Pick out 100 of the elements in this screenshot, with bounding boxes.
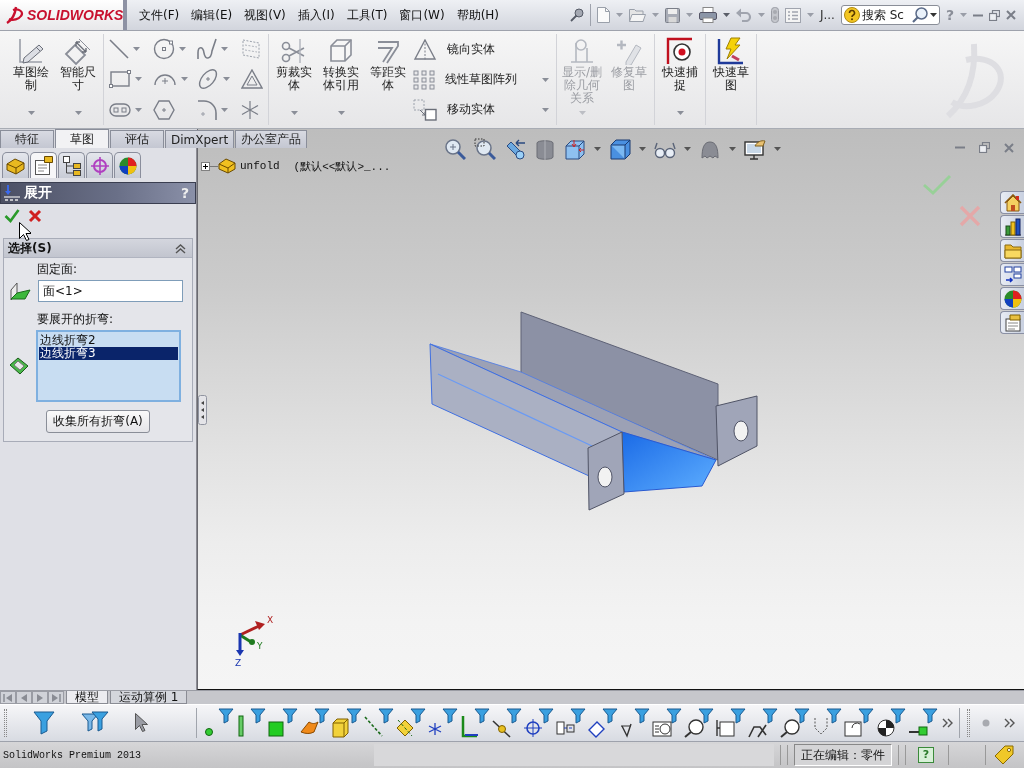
funnel-line-square-icon[interactable] bbox=[908, 708, 938, 738]
help-button[interactable]: ? bbox=[918, 747, 934, 763]
fillet-icon[interactable] bbox=[197, 98, 217, 121]
circle-icon[interactable] bbox=[153, 38, 175, 61]
funnel-knob-icon[interactable] bbox=[492, 708, 522, 738]
new-document-icon[interactable] bbox=[596, 7, 610, 23]
manager-tab[interactable] bbox=[114, 152, 141, 178]
undo-arrow-icon[interactable] bbox=[735, 8, 752, 22]
close-icon[interactable] bbox=[1006, 10, 1016, 20]
bends-list[interactable]: 边线折弯2 边线折弯3 bbox=[36, 330, 181, 402]
nav-button[interactable] bbox=[48, 691, 64, 704]
funnel-magnifier-icon[interactable] bbox=[780, 708, 810, 738]
fixed-face-field[interactable]: 面<1> bbox=[38, 280, 183, 302]
funnel-zigzag-icon[interactable] bbox=[748, 708, 778, 738]
collect-bends-button[interactable]: 收集所有折弯(A) bbox=[46, 410, 150, 433]
funnel-frame-circle-icon[interactable] bbox=[652, 708, 682, 738]
tab[interactable]: 草图 bbox=[55, 129, 109, 148]
funnel-dashed-line-icon[interactable] bbox=[364, 708, 394, 738]
funnel-cube-icon[interactable] bbox=[332, 708, 362, 738]
printer-icon[interactable] bbox=[698, 7, 717, 23]
search-icon[interactable] bbox=[911, 7, 928, 23]
tool-button[interactable]: 快速草图 bbox=[709, 34, 753, 125]
restore-icon[interactable] bbox=[979, 142, 990, 153]
tab[interactable]: 特征 bbox=[0, 130, 54, 148]
tab[interactable]: DimXpert bbox=[165, 130, 235, 148]
traffic-light-icon[interactable] bbox=[770, 7, 779, 23]
zoom-area-icon[interactable] bbox=[474, 138, 496, 160]
ok-button[interactable] bbox=[4, 209, 20, 223]
monitor-icon[interactable] bbox=[744, 138, 766, 160]
task-pane-tab[interactable] bbox=[1000, 191, 1024, 214]
restore-icon[interactable] bbox=[989, 9, 1000, 21]
part-name[interactable]: unfold bbox=[240, 160, 280, 172]
menu-item[interactable]: 文件(F) bbox=[133, 4, 186, 26]
funnel-ball-icon[interactable] bbox=[876, 708, 906, 738]
spline-icon[interactable] bbox=[197, 38, 217, 61]
tool-button[interactable]: 智能尺寸 bbox=[56, 34, 100, 125]
tool-button[interactable]: 转换实体引用 bbox=[319, 34, 363, 125]
funnel-magnifier-icon[interactable] bbox=[684, 708, 714, 738]
double-funnel-icon[interactable] bbox=[81, 711, 109, 735]
funnel-icon[interactable] bbox=[33, 711, 55, 735]
dot-icon[interactable] bbox=[982, 719, 990, 727]
tool-button[interactable]: 移动实体 bbox=[413, 98, 549, 121]
shaded-cube-icon[interactable] bbox=[609, 138, 631, 160]
arc-icon[interactable] bbox=[153, 72, 177, 87]
caret-icon[interactable] bbox=[929, 13, 937, 17]
list-item[interactable]: 边线折弯2 bbox=[39, 334, 178, 347]
tool-button[interactable]: 剪裁实体 bbox=[272, 34, 316, 125]
outlined-triangle-icon[interactable] bbox=[241, 69, 263, 90]
menu-item[interactable]: 视图(V) bbox=[238, 4, 292, 26]
tab[interactable]: 模型 bbox=[66, 691, 108, 704]
hexagon-icon[interactable] bbox=[153, 99, 175, 120]
splitter-handle-icon[interactable] bbox=[198, 395, 207, 425]
dotted-plane-icon[interactable] bbox=[241, 39, 261, 60]
menu-item[interactable]: 编辑(E) bbox=[185, 4, 239, 26]
tag-icon[interactable] bbox=[994, 745, 1014, 765]
rectangle-icon[interactable] bbox=[109, 69, 131, 90]
cube-arrows-icon[interactable] bbox=[564, 138, 586, 160]
cancel-button[interactable] bbox=[28, 209, 42, 223]
toolbar-label[interactable]: J... bbox=[819, 8, 835, 22]
list-icon[interactable] bbox=[784, 7, 801, 23]
zoom-fit-icon[interactable] bbox=[444, 138, 466, 160]
nav-button[interactable] bbox=[0, 691, 16, 704]
line-icon[interactable] bbox=[109, 39, 129, 60]
task-pane-tab[interactable] bbox=[1000, 287, 1024, 310]
list-item[interactable]: 边线折弯3 bbox=[39, 347, 178, 360]
funnel-corner-icon[interactable] bbox=[460, 708, 490, 738]
double-chevron-up-icon[interactable] bbox=[175, 242, 186, 254]
task-pane-tab[interactable] bbox=[1000, 263, 1024, 286]
funnel-crosshair-icon[interactable] bbox=[524, 708, 554, 738]
manager-tab[interactable] bbox=[2, 152, 29, 178]
menu-item[interactable]: 工具(T) bbox=[340, 4, 394, 26]
funnel-frame-arc-icon[interactable] bbox=[844, 708, 874, 738]
close-icon[interactable] bbox=[1004, 142, 1014, 153]
funnel-dot-icon[interactable] bbox=[204, 708, 234, 738]
expand-box-icon[interactable] bbox=[201, 161, 210, 171]
funnel-tilted-square-icon[interactable] bbox=[588, 708, 618, 738]
search-box[interactable]: 搜索 Sc bbox=[840, 5, 940, 25]
cylinder-icon[interactable] bbox=[534, 138, 556, 160]
funnel-asterisk-icon[interactable] bbox=[428, 708, 458, 738]
double-chevron-icon[interactable] bbox=[1004, 718, 1015, 728]
task-pane-tab[interactable] bbox=[1000, 215, 1024, 238]
tool-button[interactable]: 快速捕捉 bbox=[658, 34, 702, 125]
asterisk-icon[interactable] bbox=[241, 99, 259, 120]
tab[interactable]: 运动算例 1 bbox=[110, 691, 188, 704]
nav-button[interactable] bbox=[32, 691, 48, 704]
menu-item[interactable]: 窗口(W) bbox=[393, 4, 451, 26]
slot-icon[interactable] bbox=[109, 102, 131, 117]
section-header[interactable]: 选择(S) bbox=[4, 239, 192, 258]
telescope-icon[interactable] bbox=[504, 138, 526, 160]
tab[interactable]: 办公室产品 bbox=[235, 130, 308, 148]
double-chevron-icon[interactable] bbox=[942, 718, 953, 728]
minimize-icon[interactable] bbox=[973, 13, 983, 17]
pin-icon[interactable] bbox=[569, 8, 584, 22]
tool-button[interactable]: 等距实体 bbox=[366, 34, 410, 125]
funnel-square-icon[interactable] bbox=[268, 708, 298, 738]
tab[interactable]: 评估 bbox=[110, 130, 164, 148]
nav-button[interactable] bbox=[16, 691, 32, 704]
ghost-shape-icon[interactable] bbox=[699, 138, 721, 160]
funnel-boxes-icon[interactable] bbox=[556, 708, 586, 738]
menu-item[interactable]: 插入(I) bbox=[291, 4, 341, 26]
